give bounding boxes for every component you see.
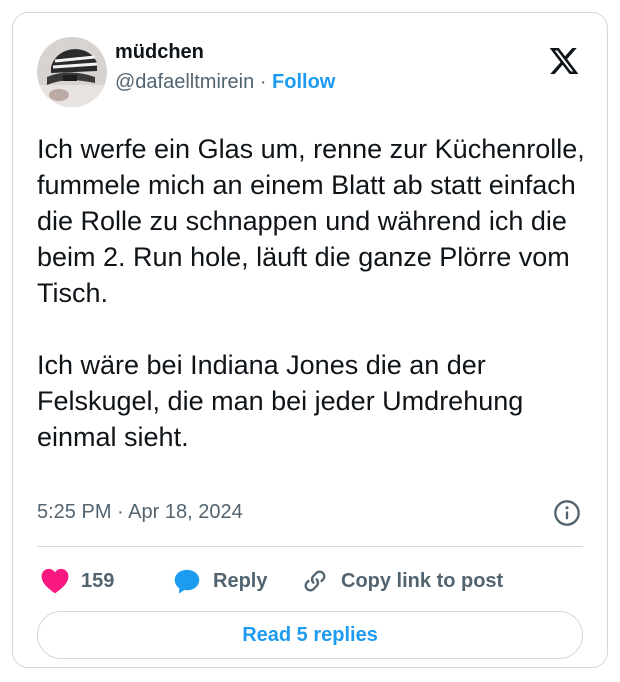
author-info: müdchen @dafaelltmirein · Follow <box>115 39 335 95</box>
copy-link-button[interactable]: Copy link to post <box>301 563 503 599</box>
info-icon[interactable] <box>553 499 581 527</box>
reply-bubble-icon <box>174 569 200 594</box>
reply-label: Reply <box>213 569 268 592</box>
x-logo-icon[interactable] <box>547 45 581 77</box>
avatar-image <box>37 37 107 107</box>
like-button[interactable]: 159 <box>41 563 114 599</box>
handle-separator: · <box>259 71 267 93</box>
link-icon <box>304 570 326 592</box>
tweet-meta: 5:25 PM · Apr 18, 2024 <box>37 497 583 527</box>
tweet-header: müdchen @dafaelltmirein · Follow <box>37 33 583 107</box>
reply-button[interactable]: Reply <box>173 563 267 599</box>
heart-icon <box>41 568 69 594</box>
like-count: 159 <box>81 569 115 592</box>
read-replies-button[interactable]: Read 5 replies <box>37 611 583 659</box>
timestamp[interactable]: 5:25 PM · Apr 18, 2024 <box>37 497 583 527</box>
tweet-date: Apr 18, 2024 <box>128 501 243 523</box>
tweet-text: Ich werfe ein Glas um, renne zur Küchenr… <box>37 131 585 455</box>
handle-row: @dafaelltmirein · Follow <box>115 69 335 95</box>
timestamp-separator: · <box>117 501 124 523</box>
tweet-paragraph-2: Ich wäre bei Indiana Jones die an der Fe… <box>37 350 524 452</box>
follow-button[interactable]: Follow <box>272 71 335 93</box>
copy-link-label: Copy link to post <box>341 569 504 592</box>
tweet-card: müdchen @dafaelltmirein · Follow Ich wer… <box>12 12 608 668</box>
read-replies-label: Read 5 replies <box>242 623 378 646</box>
display-name[interactable]: müdchen <box>115 39 335 65</box>
tweet-time: 5:25 PM <box>37 501 112 523</box>
avatar[interactable] <box>37 37 107 107</box>
handle[interactable]: @dafaelltmirein <box>115 71 254 93</box>
divider <box>37 546 583 547</box>
action-bar: 159 Reply Copy link to post <box>37 563 583 599</box>
tweet-paragraph-1: Ich werfe ein Glas um, renne zur Küchenr… <box>37 134 585 308</box>
